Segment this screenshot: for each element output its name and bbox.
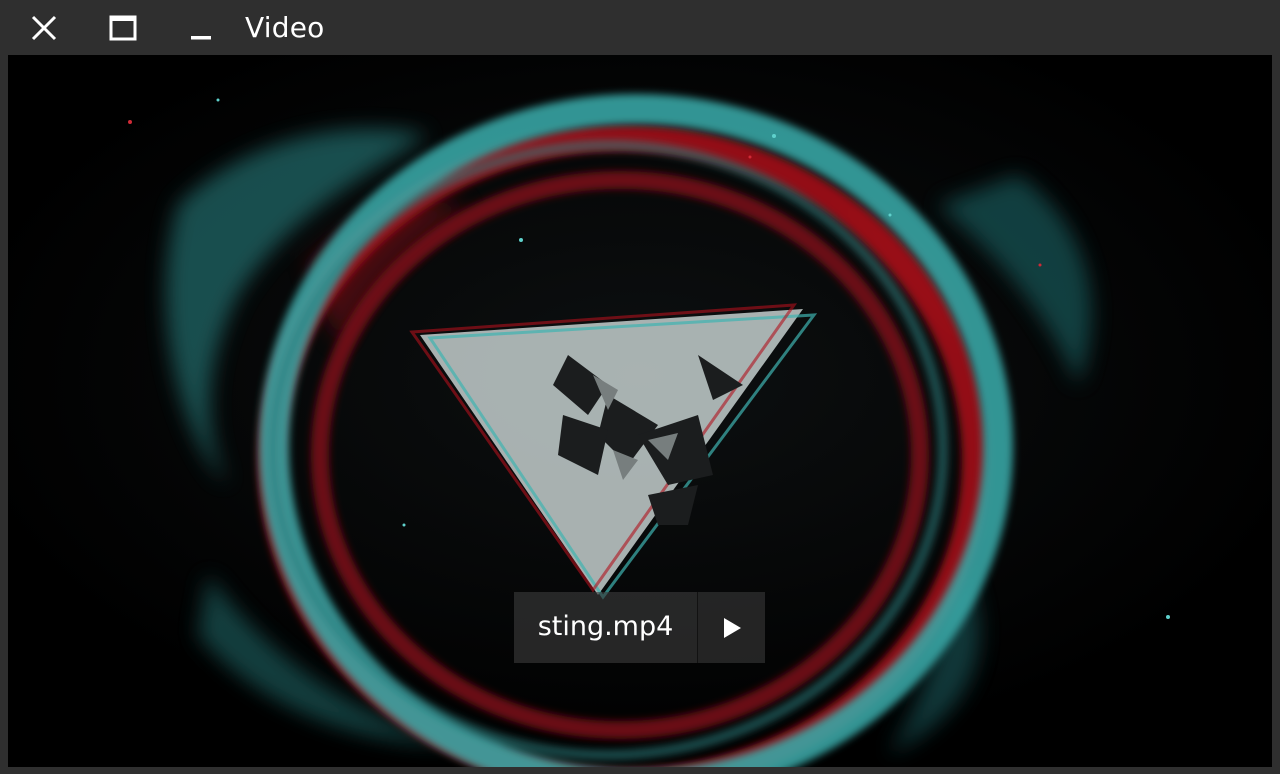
video-player[interactable]: sting.mp4 bbox=[8, 55, 1272, 767]
video-window: Video sting.mp4 bbox=[0, 0, 1280, 774]
play-button[interactable] bbox=[697, 592, 765, 663]
player-controls: sting.mp4 bbox=[514, 592, 765, 663]
title-bar: Video bbox=[0, 0, 1280, 55]
maximize-icon bbox=[109, 15, 137, 41]
file-name-label: sting.mp4 bbox=[514, 592, 697, 663]
window-title: Video bbox=[245, 11, 325, 44]
maximize-button[interactable] bbox=[103, 8, 143, 48]
minimize-icon bbox=[191, 36, 211, 40]
minimize-button[interactable] bbox=[182, 8, 222, 48]
play-icon bbox=[723, 617, 741, 638]
close-icon bbox=[31, 15, 57, 41]
close-button[interactable] bbox=[24, 8, 64, 48]
